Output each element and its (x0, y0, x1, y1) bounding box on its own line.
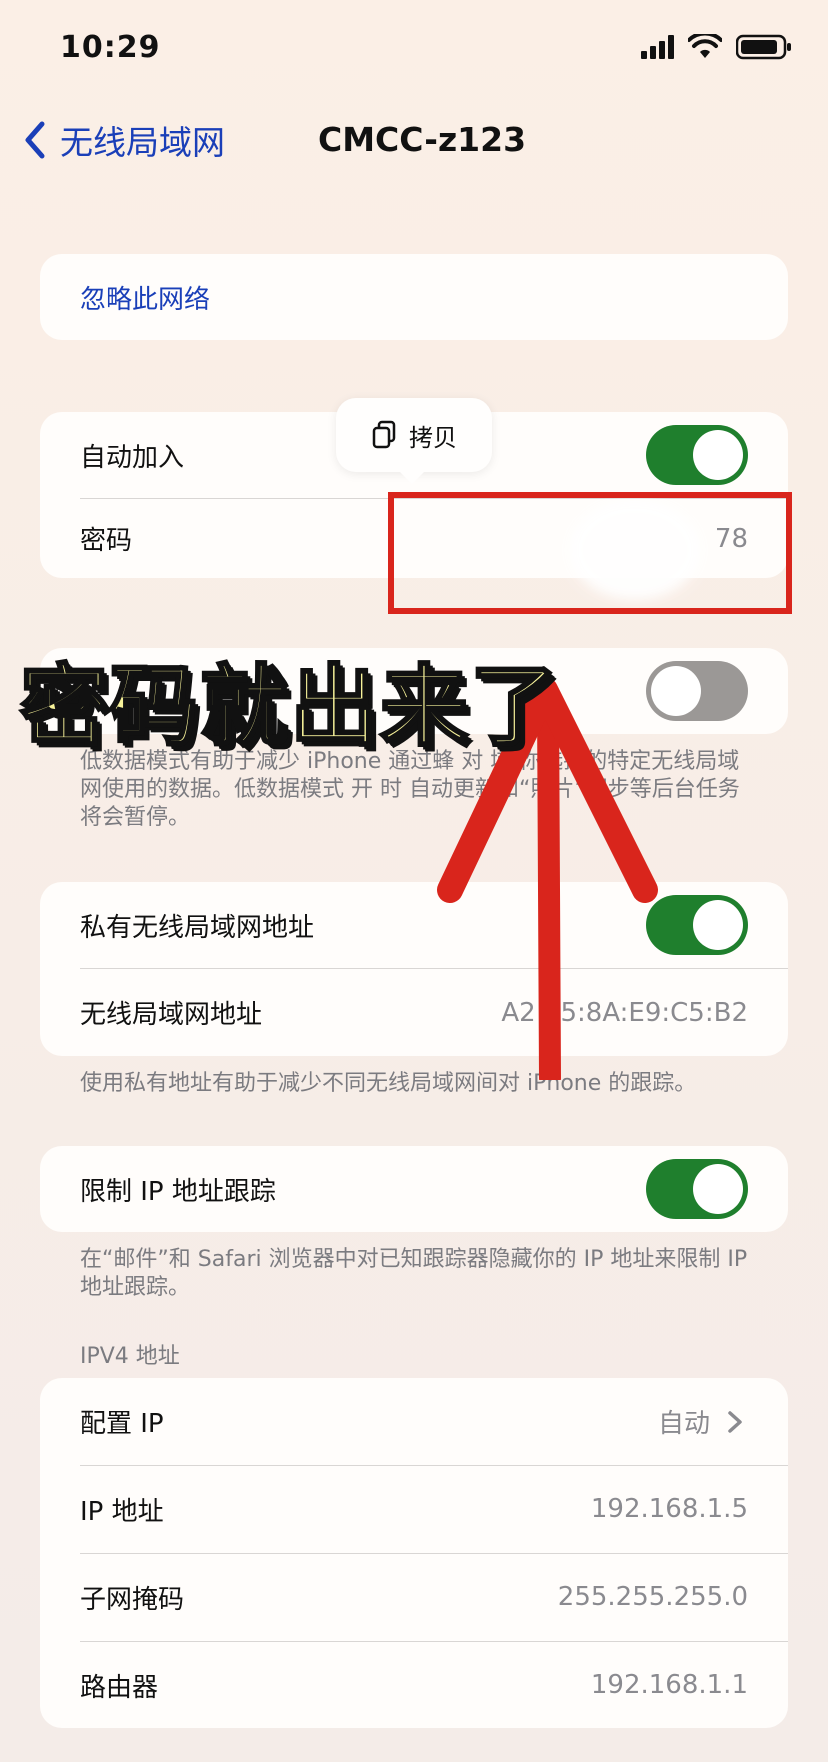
ip-address-value: 192.168.1.5 (590, 1494, 748, 1524)
subnet-mask-value: 255.255.255.0 (557, 1582, 748, 1612)
configure-ip-value: 自动 (657, 1409, 710, 1439)
auto-join-label: 自动加入 (80, 442, 185, 473)
private-address-card: 私有无线局域网地址 无线局域网地址 A2 05:8A:E9:C5:B2 (40, 882, 788, 1056)
router-label: 路由器 (80, 1672, 159, 1703)
copy-label: 拷贝 (409, 423, 457, 452)
limit-ip-card: 限制 IP 地址跟踪 (40, 1146, 788, 1232)
limit-ip-toggle[interactable] (646, 1159, 748, 1219)
status-icons (641, 34, 792, 60)
router-value: 192.168.1.1 (590, 1670, 748, 1700)
back-label: 无线局域网 (60, 123, 225, 162)
ip-address-label: IP 地址 (80, 1496, 164, 1527)
page-title: CMCC-z123 (318, 120, 527, 159)
router-row: 路由器 192.168.1.1 (40, 1642, 788, 1728)
ipv4-section-header: IPV4 地址 (80, 1344, 180, 1369)
limit-ip-label: 限制 IP 地址跟踪 (80, 1176, 276, 1207)
cellular-signal-icon (641, 35, 674, 59)
ipv4-card: 配置 IP 自动 IP 地址 192.168.1.5 子网掩码 255.255.… (40, 1378, 788, 1728)
ip-address-row: IP 地址 192.168.1.5 (40, 1466, 788, 1552)
status-time: 10:29 (60, 30, 161, 65)
low-data-toggle[interactable] (646, 661, 748, 721)
battery-icon (736, 34, 791, 60)
password-label: 密码 (80, 526, 133, 556)
wifi-address-row: 无线局域网地址 A2 05:8A:E9:C5:B2 (40, 969, 788, 1056)
wifi-icon (688, 34, 722, 58)
configure-ip-label: 配置 IP (80, 1409, 164, 1439)
wifi-address-label: 无线局域网地址 (80, 1000, 263, 1030)
chevron-left-icon (25, 121, 45, 159)
forget-network-card: 忽略此网络 (40, 254, 788, 340)
private-address-toggle[interactable] (646, 895, 748, 955)
private-address-label: 私有无线局域网地址 (80, 912, 315, 943)
forget-network-button[interactable]: 忽略此网络 (40, 254, 788, 340)
configure-ip-row[interactable]: 配置 IP 自动 (40, 1378, 788, 1465)
forget-network-label: 忽略此网络 (80, 284, 211, 315)
subnet-mask-row: 子网掩码 255.255.255.0 (40, 1554, 788, 1640)
subnet-mask-label: 子网掩码 (80, 1584, 185, 1615)
back-button[interactable]: 无线局域网 (22, 116, 225, 164)
copy-popup-button[interactable]: 拷贝 (336, 398, 492, 484)
caption-overlay: 密码就出来了 (18, 654, 561, 760)
chevron-right-icon (728, 1410, 742, 1433)
highlight-box (388, 492, 792, 614)
copy-icon (372, 420, 396, 449)
limit-ip-description: 在“邮件”和 Safari 浏览器中对已知跟踪器隐藏你的 IP 地址来限制 IP… (80, 1247, 748, 1300)
auto-join-toggle[interactable] (646, 425, 748, 485)
limit-ip-row: 限制 IP 地址跟踪 (40, 1146, 788, 1232)
private-address-row: 私有无线局域网地址 (40, 882, 788, 968)
